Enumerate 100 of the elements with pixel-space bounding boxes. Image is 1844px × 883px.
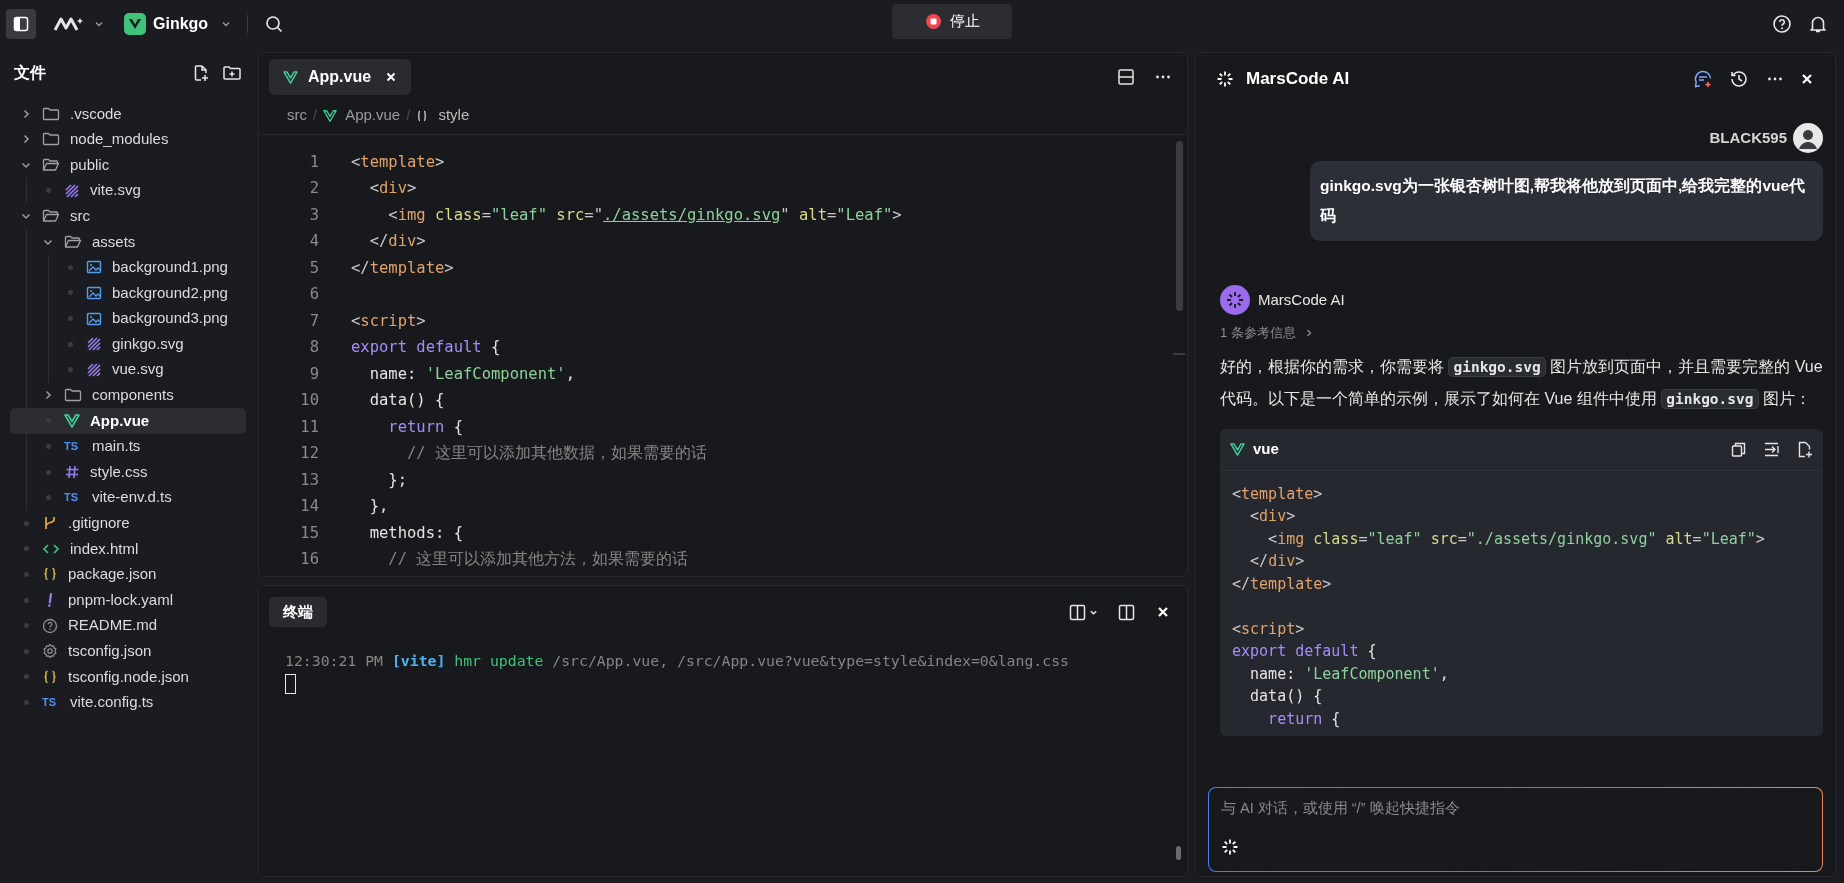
split-editor-button[interactable]	[1117, 68, 1135, 86]
code-line: export default {	[1232, 641, 1378, 662]
copy-button[interactable]	[1730, 440, 1747, 458]
help-button[interactable]	[1772, 14, 1792, 34]
line-number: 7	[308, 310, 319, 332]
code-line: <img class="leaf" src="./assets/ginkgo.svg" alt="Leaf">	[387, 204, 902, 226]
file-tree-item[interactable]: background2.png	[10, 280, 246, 306]
file-tree-item[interactable]: .vscode	[10, 101, 246, 127]
scrollbar[interactable]	[1176, 141, 1183, 311]
new-folder-button[interactable]	[222, 64, 242, 82]
references-link[interactable]: 1 条参考信息	[1220, 323, 1314, 343]
hash-icon	[64, 464, 80, 481]
chat-plus-icon	[1693, 69, 1713, 89]
code-line: </div>	[1249, 551, 1306, 572]
search-button[interactable]	[264, 14, 285, 34]
chat-input-box[interactable]: 与 AI 对话，或使用 “/” 唤起快捷指令	[1208, 787, 1823, 872]
more-icon	[1767, 77, 1783, 81]
code-line: data() {	[368, 390, 445, 412]
new-file-button[interactable]	[192, 64, 210, 82]
file-tree-item[interactable]: tsconfig.json	[10, 638, 246, 665]
code-line: // 这里可以添加其他方法，如果需要的话	[387, 549, 689, 571]
panel-title: MarsCode AI	[1246, 68, 1350, 91]
logo-menu-button[interactable]	[54, 16, 104, 32]
new-file-icon	[1796, 440, 1813, 458]
line-number: 5	[308, 257, 319, 279]
file-tree-item[interactable]: pnpm-lock.yaml	[10, 587, 246, 613]
chat-input-field[interactable]: 与 AI 对话，或使用 “/” 唤起快捷指令	[1221, 798, 1810, 820]
stop-icon	[924, 13, 942, 30]
new-folder-icon	[222, 64, 242, 82]
ts-icon: TS	[64, 489, 82, 506]
breadcrumb-item[interactable]: App.vue	[345, 104, 401, 127]
file-tree-item[interactable]: vite.svg	[10, 177, 246, 204]
split-horizontal-icon	[1117, 68, 1135, 86]
code-line: name: 'LeafComponent',	[1249, 663, 1450, 685]
file-tree-item[interactable]: TS vite-env.d.ts	[10, 484, 246, 511]
file-tree-item[interactable]: components	[10, 382, 246, 409]
code-line: <div>	[1249, 506, 1297, 527]
terminal-output: 12:30:21 PM [vite] hmr update /src/App.vue, /src/App.vue?vue&type=style&index=0&lang.css	[285, 651, 1070, 671]
code-line: },	[368, 496, 389, 518]
code-line: </template>	[1232, 573, 1333, 595]
sparkle-icon	[1221, 837, 1239, 856]
search-icon	[264, 14, 285, 34]
new-file-button[interactable]	[1796, 440, 1813, 458]
code-line: </div>	[368, 231, 426, 253]
insert-button[interactable]	[1763, 440, 1780, 458]
file-tree-item[interactable]: assets	[10, 228, 246, 255]
project-menu-button[interactable]: Ginkgo	[124, 12, 232, 36]
split-vertical-icon	[1118, 603, 1135, 621]
breadcrumb-item[interactable]: style	[438, 104, 470, 127]
file-tree-item[interactable]: background3.png	[10, 305, 246, 332]
editor-tab[interactable]: App.vue	[269, 59, 412, 95]
file-tree-item[interactable]: public	[10, 152, 246, 178]
line-number: 9	[308, 363, 319, 385]
file-tree-item[interactable]: tsconfig.node.json	[10, 664, 246, 690]
file-tree-item[interactable]: .gitignore	[10, 510, 246, 537]
file-tree-item[interactable]: TS main.ts	[10, 433, 246, 460]
file-tree-item[interactable]: TS vite.config.ts	[10, 689, 246, 716]
terminal-cursor	[285, 674, 296, 694]
code-line: <div>	[368, 178, 417, 200]
vue-icon	[1230, 441, 1245, 457]
close-button[interactable]	[1157, 606, 1169, 618]
file-tree-item[interactable]: README.md	[10, 612, 246, 639]
code-line: return {	[1267, 708, 1342, 730]
code-line: data() {	[1249, 686, 1324, 707]
file-tree-item[interactable]: node_modules	[10, 126, 246, 153]
new-file-icon	[192, 64, 210, 82]
vue-icon	[283, 69, 298, 85]
code-line: name: 'LeafComponent',	[368, 363, 575, 385]
more-button[interactable]	[1767, 77, 1783, 81]
file-tree-item[interactable]: package.json	[10, 561, 246, 588]
new-chat-button[interactable]	[1693, 69, 1713, 89]
file-tree-item[interactable]: src	[10, 203, 246, 229]
file-tree-item[interactable]: style.css	[10, 459, 246, 485]
scrollbar[interactable]	[1176, 846, 1181, 860]
notifications-button[interactable]	[1808, 14, 1828, 34]
history-button[interactable]	[1729, 69, 1749, 89]
code-line: <img class="leaf" src="./assets/ginkgo.svg" alt="Leaf">	[1267, 528, 1766, 550]
stop-button[interactable]: 停止	[892, 4, 1012, 39]
user-name: BLACK595	[1709, 127, 1787, 148]
terminal-tab[interactable]: 终端	[269, 597, 327, 627]
open-folder-icon	[42, 208, 60, 225]
copy-icon	[1730, 440, 1747, 458]
sidebar-toggle-button[interactable]	[6, 9, 36, 39]
line-number: 14	[299, 496, 319, 518]
file-tree-item[interactable]: App.vue	[10, 408, 246, 434]
file-tree-item[interactable]: ginkgo.svg	[10, 331, 246, 357]
file-tree-item[interactable]: vue.svg	[10, 356, 246, 383]
avatar-icon	[1793, 123, 1823, 153]
breadcrumb-item[interactable]: src	[287, 104, 307, 127]
breadcrumb-separator: /	[313, 105, 318, 126]
file-tree-item[interactable]: background1.png	[10, 254, 246, 281]
assistant-avatar-icon	[1220, 285, 1250, 315]
split-terminal-button[interactable]	[1118, 603, 1135, 621]
split-dropdown-button[interactable]	[1069, 603, 1098, 621]
close-button[interactable]	[1801, 73, 1813, 85]
folder-icon	[64, 387, 82, 404]
more-button[interactable]	[1155, 75, 1171, 79]
sidebar-title: 文件	[14, 63, 46, 83]
file-tree-item[interactable]: index.html	[10, 536, 246, 562]
code-line: <template>	[1232, 483, 1324, 505]
